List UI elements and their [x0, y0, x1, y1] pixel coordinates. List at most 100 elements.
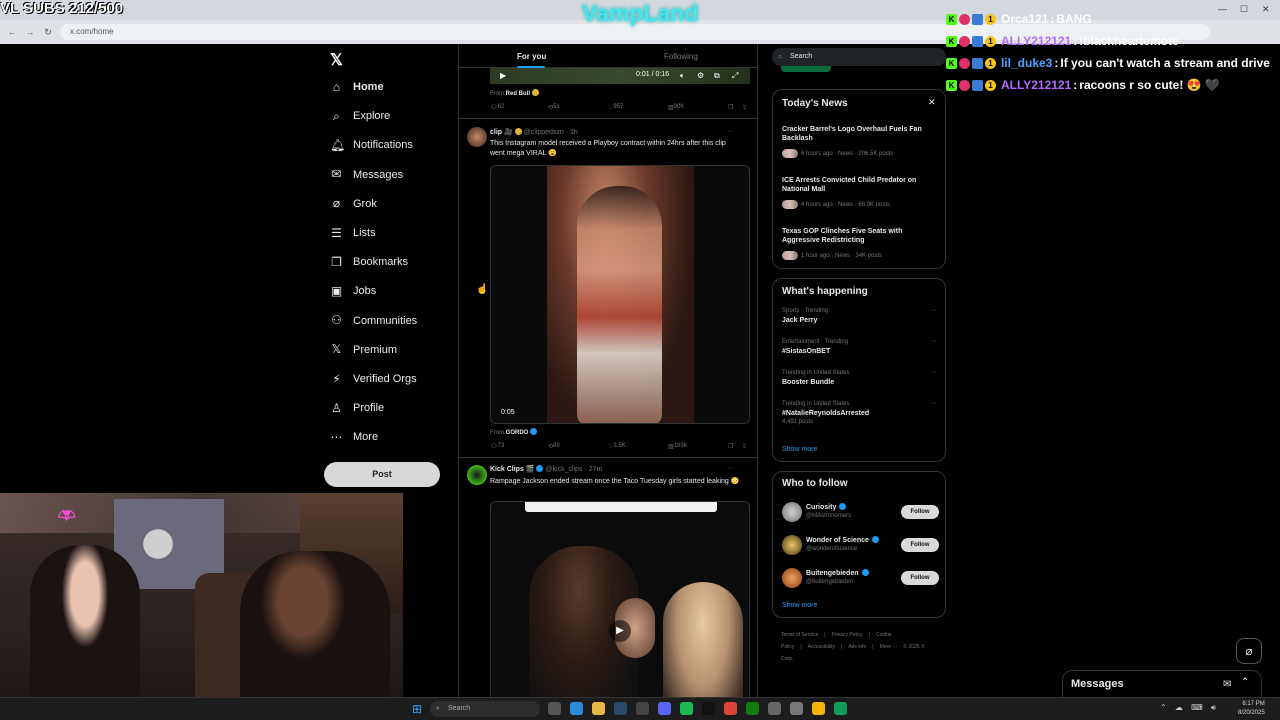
account-name[interactable]: Curiosity [806, 503, 847, 511]
edge-icon[interactable] [570, 702, 583, 715]
discord-icon[interactable] [658, 702, 671, 715]
more-icon[interactable]: ··· [727, 128, 734, 135]
play-icon[interactable]: ▶ [609, 620, 631, 642]
avatar[interactable] [467, 127, 487, 147]
chat-username[interactable]: ALLY212121 [1001, 78, 1071, 92]
spotify-icon[interactable] [680, 702, 693, 715]
more-icon[interactable]: ··· [930, 369, 937, 376]
follow-button[interactable]: Follow [901, 538, 939, 552]
sidebar-item-premium[interactable]: 𝕏 Premium [330, 340, 397, 360]
settings-icon[interactable]: ⚙ [697, 71, 704, 80]
chrome-icon[interactable] [724, 702, 737, 715]
maximize-icon[interactable]: ☐ [1240, 4, 1248, 15]
xbox-icon[interactable] [746, 702, 759, 715]
avatar[interactable] [782, 568, 802, 588]
settings-icon[interactable] [790, 702, 803, 715]
avatar[interactable] [467, 465, 487, 485]
video-player-controls[interactable]: ▶ 0:01 / 0:16 🔈︎ ⚙ ⧉ ⤢ [490, 68, 750, 84]
account-name[interactable]: Wonder of Science [806, 536, 879, 544]
chat-username[interactable]: lil_duke3 [1001, 56, 1052, 70]
x-logo-icon[interactable]: 𝕏 [330, 50, 343, 70]
follow-button[interactable]: Follow [901, 571, 939, 585]
more-icon[interactable]: ··· [727, 465, 734, 472]
show-more-link[interactable]: Show more [782, 602, 817, 609]
sidebar-item-profile[interactable]: ♙ Profile [330, 398, 384, 418]
file-explorer-icon[interactable] [592, 702, 605, 715]
sidebar-item-jobs[interactable]: ▣ Jobs [330, 281, 376, 301]
repost-button[interactable]: ⟲ 89 [548, 443, 560, 450]
bookmark-icon[interactable]: ❐ [728, 443, 733, 450]
messages-drawer[interactable]: Messages ✉ ⌃ [1062, 670, 1262, 700]
author-handle[interactable]: @clippedszn [524, 129, 564, 136]
views-button[interactable]: ▥ 183K [668, 443, 688, 450]
sidebar-item-home[interactable]: ⌂ Home [330, 77, 384, 97]
sidebar-item-messages[interactable]: ✉ Messages [330, 165, 403, 185]
news-headline[interactable]: Texas GOP Clinches Five Seats with Aggre… [782, 227, 937, 245]
source-name[interactable]: GORDO [506, 430, 529, 436]
footer-link[interactable]: More ··· [880, 644, 898, 650]
news-headline[interactable]: Cracker Barrel's Logo Overhaul Fuels Fan… [782, 125, 937, 143]
source-name[interactable]: Red Bull [506, 91, 530, 97]
tab-for-you[interactable]: For you [517, 52, 546, 61]
trend-name[interactable]: #SistasOnBET [782, 348, 830, 355]
author-name[interactable]: Kick Clips [490, 466, 524, 473]
obs-icon[interactable] [636, 702, 649, 715]
volume-icon[interactable]: 🔈︎ [680, 71, 685, 81]
share-icon[interactable]: ⇪ [742, 104, 747, 111]
chevron-up-icon[interactable]: ⌃ [1241, 677, 1249, 688]
play-icon[interactable]: ▶ [500, 71, 506, 80]
trend-name[interactable]: Booster Bundle [782, 379, 834, 386]
compose-message-icon[interactable]: ✉ [1223, 679, 1231, 690]
sidebar-item-communities[interactable]: ⚇ Communities [330, 311, 417, 331]
account-name[interactable]: Buitengebieden [806, 569, 869, 577]
chrome-alt-icon[interactable] [812, 702, 825, 715]
tweet-video[interactable]: ▶ [490, 501, 750, 720]
avatar[interactable] [782, 535, 802, 555]
search-input[interactable]: ⌕ Search [772, 48, 946, 66]
trend-name[interactable]: #NatalieReynoldsArrested [782, 410, 869, 417]
sidebar-item-notifications[interactable]: 🔔︎ Notifications [330, 135, 413, 155]
close-window-icon[interactable]: ✕ [1262, 4, 1270, 15]
more-icon[interactable]: ··· [930, 400, 937, 407]
sidebar-item-lists[interactable]: ☰ Lists [330, 223, 376, 243]
news-headline[interactable]: ICE Arrests Convicted Child Predator on … [782, 176, 937, 194]
task-view-icon[interactable] [548, 702, 561, 715]
post-button[interactable]: Post [324, 462, 440, 487]
minimize-icon[interactable]: — [1218, 4, 1227, 14]
footer-link[interactable]: Terms of Service [781, 632, 818, 638]
like-button[interactable]: ♡ 957 [608, 104, 623, 111]
bookmark-icon[interactable]: ❐ [728, 104, 733, 111]
back-icon[interactable]: ← [6, 26, 18, 38]
steam-icon[interactable] [614, 702, 627, 715]
footer-link[interactable]: Ads info [848, 644, 866, 650]
fullscreen-icon[interactable]: ⤢ [732, 71, 738, 81]
reply-button[interactable]: 💬︎ 62 [490, 104, 504, 111]
like-button[interactable]: ♡ 3.5K [608, 443, 626, 450]
show-more-link[interactable]: Show more [782, 446, 817, 453]
footer-link[interactable]: Accessibility [808, 644, 835, 650]
clock[interactable]: 6:17 PM 8/20/2025 [1238, 700, 1265, 718]
share-icon[interactable]: ⇪ [742, 443, 747, 450]
follow-button[interactable]: Follow [901, 505, 939, 519]
close-icon[interactable]: ✕ [928, 97, 936, 108]
author-handle[interactable]: @kick_clips [545, 466, 582, 473]
views-button[interactable]: ▥ 90K [668, 104, 684, 111]
sidebar-item-verified-orgs[interactable]: ⚡︎ Verified Orgs [330, 369, 416, 389]
tweet-video[interactable]: 0:05 [490, 165, 750, 424]
sidebar-item-explore[interactable]: ⌕ Explore [330, 106, 390, 126]
chrome-third-icon[interactable] [834, 702, 847, 715]
taskbar-search[interactable]: ⌕ Search [430, 701, 540, 717]
calculator-icon[interactable] [768, 702, 781, 715]
reload-icon[interactable]: ↻ [42, 26, 54, 38]
repost-button[interactable]: ⟲ 51 [548, 104, 560, 111]
tiktok-icon[interactable] [702, 702, 715, 715]
avatar[interactable] [782, 502, 802, 522]
pip-icon[interactable]: ⧉ [714, 71, 720, 81]
trend-name[interactable]: Jack Perry [782, 317, 817, 324]
grok-icon[interactable]: ⌀ [1236, 638, 1262, 664]
sidebar-item-bookmarks[interactable]: ❐ Bookmarks [330, 252, 408, 272]
system-tray-icons[interactable]: ⌃ ☁ ⌨ 🔊︎ [1160, 703, 1219, 713]
sidebar-item-more[interactable]: ⋯ More [330, 427, 379, 447]
chat-username[interactable]: Orca121 [1001, 12, 1048, 26]
tab-following[interactable]: Following [664, 52, 698, 61]
